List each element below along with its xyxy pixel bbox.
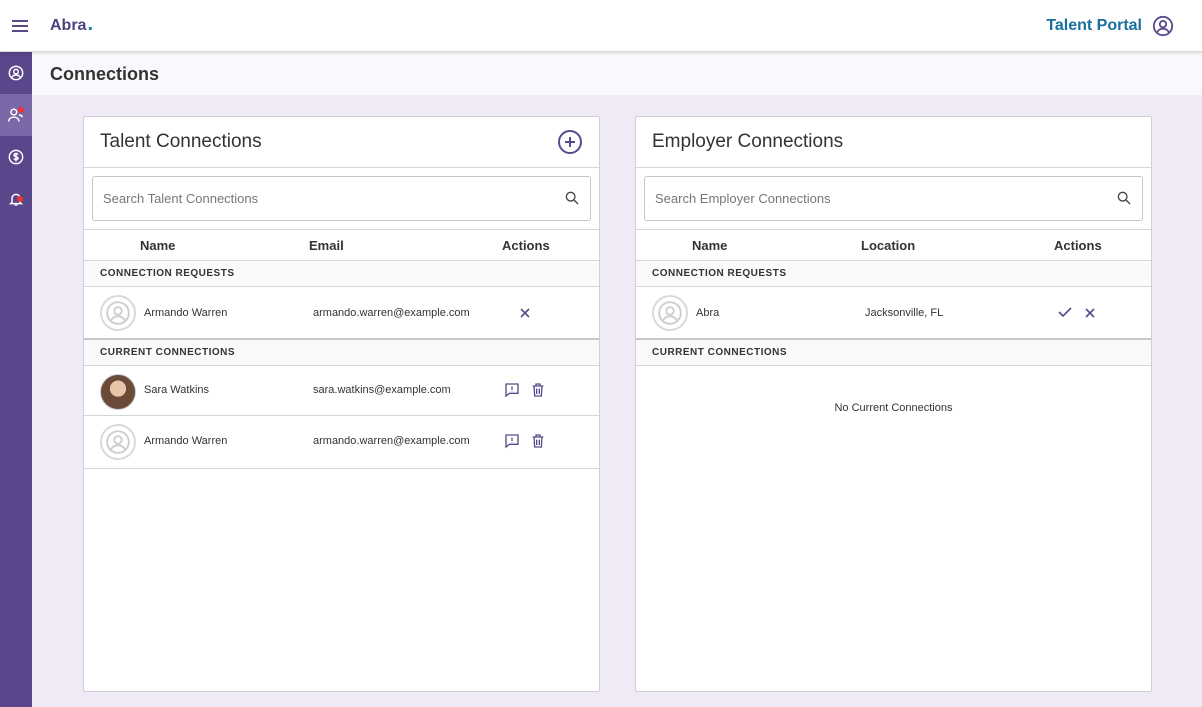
connection-name: Armando Warren xyxy=(144,307,228,319)
section-label-requests: CONNECTION REQUESTS xyxy=(84,261,599,287)
panel-header: Employer Connections xyxy=(636,117,1151,168)
side-nav xyxy=(0,52,32,707)
close-icon xyxy=(519,307,531,319)
column-header-name[interactable]: Name xyxy=(692,238,727,253)
page-title: Connections xyxy=(50,64,160,84)
delete-button[interactable] xyxy=(530,433,546,449)
panel-title: Talent Connections xyxy=(100,131,262,152)
table-header: Name Location Actions xyxy=(636,230,1151,261)
user-account-icon[interactable] xyxy=(1152,15,1174,37)
accept-request-button[interactable] xyxy=(1058,306,1072,318)
connection-name: Abra xyxy=(696,307,720,319)
nav-connections[interactable] xyxy=(0,94,32,136)
avatar xyxy=(652,295,688,331)
table-header: Name Email Actions xyxy=(84,230,599,261)
panel-header: Talent Connections xyxy=(84,117,599,168)
employer-connections-panel: Employer Connections Name Location Actio… xyxy=(635,116,1152,692)
report-message-icon xyxy=(504,382,520,398)
connection-name: Sara Watkins xyxy=(144,384,210,396)
column-header-actions: Actions xyxy=(1054,238,1102,253)
column-header-actions: Actions xyxy=(502,238,550,253)
delete-button[interactable] xyxy=(530,382,546,398)
plus-circle-icon xyxy=(557,129,583,155)
add-connection-button[interactable] xyxy=(557,129,583,155)
search-icon[interactable] xyxy=(1116,190,1132,206)
employer-search-box xyxy=(644,176,1143,221)
trash-icon xyxy=(530,382,546,398)
dollar-icon xyxy=(8,149,24,165)
connection-email: sara.watkins@example.com xyxy=(313,384,451,396)
close-icon xyxy=(1084,307,1096,319)
page-header: Connections xyxy=(32,52,1202,95)
employer-search-input[interactable] xyxy=(645,177,1142,220)
portal-title: Talent Portal xyxy=(1046,17,1142,34)
notification-badge xyxy=(17,196,23,202)
app-logo-text: Abra xyxy=(50,16,87,34)
panel-title: Employer Connections xyxy=(652,131,844,152)
report-button[interactable] xyxy=(504,433,520,449)
notification-badge xyxy=(18,107,24,113)
check-icon xyxy=(1058,306,1072,318)
connection-location: Jacksonville, FL xyxy=(865,307,944,319)
avatar xyxy=(100,295,136,331)
empty-state-message: No Current Connections xyxy=(834,402,953,414)
table-row: Sara Watkins sara.watkins@example.com xyxy=(84,366,599,416)
column-header-email[interactable]: Email xyxy=(309,238,344,253)
hamburger-menu-icon[interactable] xyxy=(0,0,40,52)
talent-search-input[interactable] xyxy=(93,177,590,220)
section-label-current: CURRENT CONNECTIONS xyxy=(636,340,1151,366)
column-header-name[interactable]: Name xyxy=(140,238,175,253)
trash-icon xyxy=(530,433,546,449)
decline-request-button[interactable] xyxy=(1084,307,1096,319)
connection-email: armando.warren@example.com xyxy=(313,307,470,319)
nav-payments[interactable] xyxy=(0,136,32,178)
report-button[interactable] xyxy=(504,382,520,398)
avatar xyxy=(100,424,136,460)
nav-notifications[interactable] xyxy=(0,178,32,220)
table-row: Armando Warren armando.warren@example.co… xyxy=(84,416,599,469)
connection-name: Armando Warren xyxy=(144,435,228,447)
nav-profile[interactable] xyxy=(0,52,32,94)
talent-search-box xyxy=(92,176,591,221)
table-row: Armando Warren armando.warren@example.co… xyxy=(84,287,599,340)
section-label-requests: CONNECTION REQUESTS xyxy=(636,261,1151,287)
decline-request-button[interactable] xyxy=(519,307,531,319)
search-icon[interactable] xyxy=(564,190,580,206)
table-row: Abra Jacksonville, FL xyxy=(636,287,1151,340)
connection-email: armando.warren@example.com xyxy=(313,435,470,447)
top-bar: Abra. Talent Portal xyxy=(0,0,1202,52)
talent-connections-panel: Talent Connections Name Email Actions CO… xyxy=(83,116,600,692)
report-message-icon xyxy=(504,433,520,449)
section-label-current: CURRENT CONNECTIONS xyxy=(84,340,599,366)
profile-icon xyxy=(8,65,24,81)
column-header-location[interactable]: Location xyxy=(861,238,915,253)
app-logo[interactable]: Abra. xyxy=(50,14,93,35)
avatar xyxy=(100,374,136,410)
